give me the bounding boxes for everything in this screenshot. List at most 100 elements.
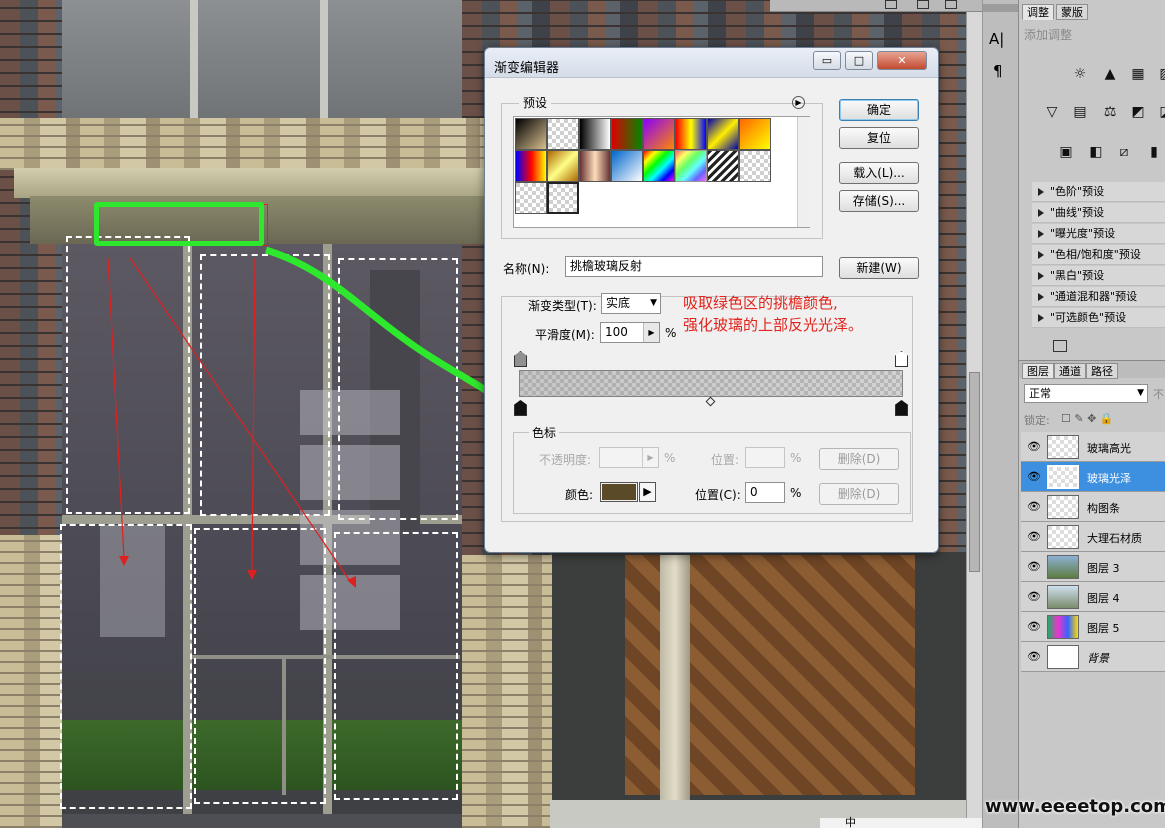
gradient-map-icon[interactable]: ▮ [1143,142,1165,162]
presets-menu-icon[interactable]: ▶ [792,96,805,109]
preset-swatch[interactable] [547,118,579,150]
tab-layers[interactable]: 图层 [1022,363,1054,379]
tab-adjustments[interactable]: 调整 [1022,4,1054,20]
panel-icon[interactable] [917,0,929,9]
maximize-button[interactable]: □ [845,51,873,70]
preset-swatch[interactable] [515,182,547,214]
preset-swatch[interactable] [643,118,675,150]
black-white-icon[interactable]: ◩ [1127,102,1149,122]
dialog-titlebar[interactable]: 渐变编辑器 ▭ □ ✕ [485,48,938,78]
panel-icon[interactable] [945,0,957,9]
layer-row[interactable]: 👁 图层 3 [1021,552,1165,582]
minimize-button[interactable]: ▭ [813,51,841,70]
preset-channel-mixer[interactable]: "通道混和器"预设 [1032,287,1165,307]
preset-black-white[interactable]: "黑白"预设 [1032,266,1165,286]
preset-exposure[interactable]: "曝光度"预设 [1032,224,1165,244]
smoothness-input[interactable]: 100 ▶ [600,322,660,343]
clip-to-layer-icon[interactable] [1053,340,1067,352]
delete-opacity-stop-button[interactable]: 删除(D) [819,448,899,470]
curves-icon[interactable]: ▦ [1127,64,1149,84]
vertical-scrollbar[interactable] [966,12,982,828]
preset-swatch[interactable] [707,118,739,150]
preset-swatch[interactable] [611,150,643,182]
ok-button[interactable]: 确定 [839,99,919,121]
opacity-input[interactable]: ▶ [599,447,659,468]
preset-swatch[interactable] [515,150,547,182]
posterize-icon[interactable]: ⧄ [1113,142,1135,162]
red-arrow [107,257,125,559]
panel-icon[interactable] [885,0,897,9]
color-balance-icon[interactable]: ⚖ [1099,102,1121,122]
preset-levels[interactable]: "色阶"预设 [1032,182,1165,202]
layer-thumbnail [1047,585,1079,609]
smoothness-stepper-icon[interactable]: ▶ [643,323,659,342]
stop-color-swatch[interactable] [600,482,638,502]
preset-swatch[interactable] [515,118,547,150]
preset-swatch-selected[interactable] [547,182,579,214]
channel-mixer-icon[interactable]: ▣ [1055,142,1077,162]
preset-swatch[interactable] [547,150,579,182]
preset-swatch[interactable] [675,118,707,150]
eye-icon[interactable]: 👁 [1025,650,1043,664]
reset-button[interactable]: 复位 [839,127,919,149]
ime-bar: 中 [820,816,982,828]
layer-row[interactable]: 👁 背景 [1021,642,1165,672]
save-button[interactable]: 存储(S)... [839,190,919,212]
opacity-stepper-icon[interactable]: ▶ [642,448,658,467]
preset-curves[interactable]: "曲线"预设 [1032,203,1165,223]
paragraph-panel-icon[interactable]: ¶ [993,62,1003,80]
opacity-location-input[interactable] [745,447,785,468]
color-menu-icon[interactable]: ▶ [639,482,656,502]
preset-swatch[interactable] [643,150,675,182]
gradient-name-input[interactable]: 挑檐玻璃反射 [565,256,823,277]
eye-icon[interactable]: 👁 [1025,590,1043,604]
layer-row[interactable]: 👁 玻璃高光 [1021,432,1165,462]
brightness-contrast-icon[interactable]: ☼ [1069,64,1091,84]
hue-saturation-icon[interactable]: ▤ [1069,102,1091,122]
preset-swatch[interactable] [579,150,611,182]
tab-masks[interactable]: 蒙版 [1056,4,1088,20]
levels-icon[interactable]: ▲ [1099,64,1121,84]
gradient-preview-bar[interactable] [519,370,903,397]
color-location-input[interactable]: 0 [745,482,785,503]
eye-icon[interactable]: 👁 [1025,620,1043,634]
exposure-icon[interactable]: ▨ [1155,64,1165,84]
add-adjustment-label: 添加调整 [1024,28,1073,42]
lock-icons[interactable]: ☐ ✎ ✥ 🔒 [1061,412,1113,425]
character-panel-icon[interactable]: A| [989,30,1004,48]
eye-icon[interactable]: 👁 [1025,470,1043,484]
eye-icon[interactable]: 👁 [1025,560,1043,574]
preset-swatch[interactable] [611,118,643,150]
location-label: 位置: [711,453,740,467]
layer-row[interactable]: 👁 构图条 [1021,492,1165,522]
new-button[interactable]: 新建(W) [839,257,919,279]
preset-swatch[interactable] [739,118,771,150]
photo-filter-icon[interactable]: ◪ [1155,102,1165,122]
delete-color-stop-button[interactable]: 删除(D) [819,483,899,505]
preset-swatch[interactable] [707,150,739,182]
eye-icon[interactable]: 👁 [1025,440,1043,454]
dock-grip[interactable] [983,4,1019,12]
blend-mode-select[interactable]: 正常 ▼ [1024,384,1148,403]
eye-icon[interactable]: 👁 [1025,530,1043,544]
tab-paths[interactable]: 路径 [1086,363,1118,379]
presets-scrollbar[interactable] [797,117,810,227]
close-button[interactable]: ✕ [877,51,927,70]
tab-channels[interactable]: 通道 [1054,363,1086,379]
load-button[interactable]: 载入(L)... [839,162,919,184]
vibrance-icon[interactable]: ▽ [1041,102,1063,122]
preset-swatch[interactable] [675,150,707,182]
red-arrowhead [247,570,257,580]
layer-row[interactable]: 👁 大理石材质 [1021,522,1165,552]
layer-row-selected[interactable]: 👁 玻璃光泽 [1021,462,1165,492]
preset-swatch[interactable] [739,150,771,182]
preset-hue-saturation[interactable]: "色相/饱和度"预设 [1032,245,1165,265]
eye-icon[interactable]: 👁 [1025,500,1043,514]
scrollbar-thumb[interactable] [969,372,980,572]
preset-swatch[interactable] [579,118,611,150]
gradient-type-select[interactable]: 实底 ▼ [601,293,661,314]
layer-row[interactable]: 👁 图层 4 [1021,582,1165,612]
preset-selective-color[interactable]: "可选颜色"预设 [1032,308,1165,328]
layer-row[interactable]: 👁 图层 5 [1021,612,1165,642]
invert-icon[interactable]: ◧ [1085,142,1107,162]
